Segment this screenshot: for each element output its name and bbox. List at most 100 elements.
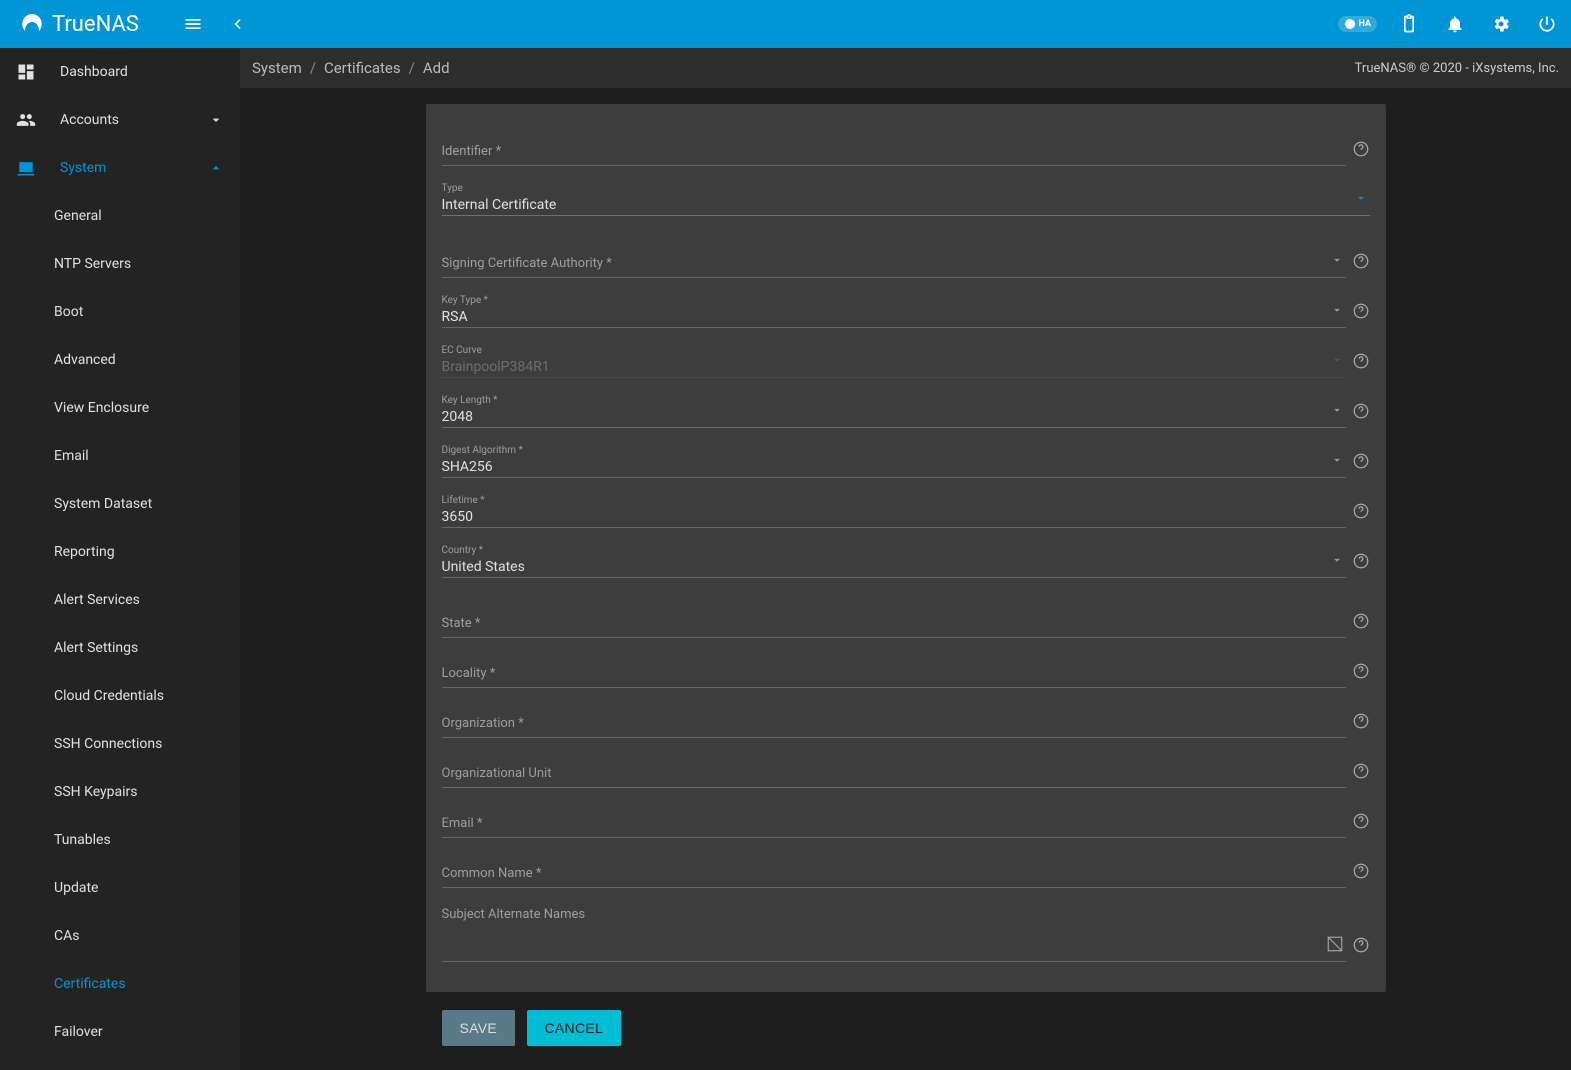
help-icon[interactable]	[1352, 140, 1370, 162]
san-label: Subject Alternate Names	[442, 907, 586, 922]
sidebar-sub-update[interactable]: Update	[0, 864, 240, 912]
help-icon[interactable]	[1352, 302, 1370, 324]
chevron-down-icon	[208, 112, 224, 128]
save-button[interactable]: SAVE	[442, 1010, 516, 1046]
topbar: TrueNAS HA	[0, 0, 1571, 48]
chevron-down-icon	[1330, 353, 1344, 371]
sidebar-sub-cloud-credentials[interactable]: Cloud Credentials	[0, 672, 240, 720]
email-label: Email *	[442, 816, 483, 831]
sidebar-sub-certificates[interactable]: Certificates	[0, 960, 240, 1008]
help-icon[interactable]	[1352, 812, 1370, 834]
truenas-logo-icon	[20, 12, 44, 36]
ha-status-badge[interactable]: HA	[1338, 16, 1377, 32]
sidebar-sub-ssh-keypairs[interactable]: SSH Keypairs	[0, 768, 240, 816]
dashboard-icon	[16, 62, 36, 82]
help-icon[interactable]	[1352, 712, 1370, 734]
chevron-down-icon	[1330, 553, 1344, 571]
chevron-down-icon	[1330, 303, 1344, 321]
common-name-field[interactable]: Common Name *	[442, 853, 1346, 888]
sidebar-sub-cas[interactable]: CAs	[0, 912, 240, 960]
sidebar-sub-general[interactable]: General	[0, 192, 240, 240]
chevron-down-icon	[1330, 253, 1344, 271]
lifetime-field[interactable]: Lifetime * 3650	[442, 493, 1346, 528]
sidebar-item-label: Dashboard	[60, 64, 224, 80]
notifications-button[interactable]	[1441, 10, 1469, 38]
settings-button[interactable]	[1487, 10, 1515, 38]
help-icon[interactable]	[1352, 452, 1370, 474]
sidebar-item-accounts[interactable]: Accounts	[0, 96, 240, 144]
signing-ca-select[interactable]: Signing Certificate Authority *	[442, 243, 1346, 278]
gear-icon	[1491, 14, 1511, 34]
sidebar-item-label: Accounts	[60, 112, 184, 128]
sidebar: Dashboard Accounts System General NTP Se…	[0, 48, 240, 1070]
help-icon[interactable]	[1352, 352, 1370, 374]
ha-icon	[1344, 18, 1356, 30]
country-select[interactable]: Country * United States	[442, 543, 1346, 578]
type-label: Type	[442, 183, 463, 194]
back-button[interactable]	[223, 10, 251, 38]
lifetime-label: Lifetime *	[442, 495, 485, 506]
sidebar-item-dashboard[interactable]: Dashboard	[0, 48, 240, 96]
ec-curve-select: EC Curve BrainpoolP384R1	[442, 343, 1346, 378]
chevron-left-icon	[227, 14, 247, 34]
clipboard-button[interactable]	[1395, 10, 1423, 38]
chevron-up-icon	[208, 160, 224, 176]
sidebar-sub-email[interactable]: Email	[0, 432, 240, 480]
identifier-label: Identifier *	[442, 144, 502, 159]
state-field[interactable]: State *	[442, 603, 1346, 638]
help-icon[interactable]	[1352, 402, 1370, 424]
sidebar-sub-boot[interactable]: Boot	[0, 288, 240, 336]
organization-field[interactable]: Organization *	[442, 703, 1346, 738]
edit-list-icon[interactable]	[1326, 935, 1344, 957]
chevron-down-icon	[1330, 403, 1344, 421]
hamburger-icon	[183, 14, 203, 34]
main-content: Identifier * Type Internal Certificate S…	[240, 88, 1571, 1070]
org-unit-field[interactable]: Organizational Unit	[442, 753, 1346, 788]
help-icon[interactable]	[1352, 502, 1370, 524]
key-length-label: Key Length *	[442, 395, 498, 406]
cancel-button[interactable]: CANCEL	[527, 1010, 622, 1046]
copyright-text: TrueNAS® © 2020 - iXsystems, Inc.	[1355, 61, 1559, 76]
key-length-select[interactable]: Key Length * 2048	[442, 393, 1346, 428]
type-select[interactable]: Type Internal Certificate	[442, 181, 1370, 216]
san-field[interactable]: Subject Alternate Names	[442, 902, 1346, 962]
help-icon[interactable]	[1352, 612, 1370, 634]
key-type-label: Key Type *	[442, 295, 488, 306]
sidebar-sub-tunables[interactable]: Tunables	[0, 816, 240, 864]
chevron-down-icon	[1354, 191, 1368, 209]
email-field[interactable]: Email *	[442, 803, 1346, 838]
sidebar-sub-system-dataset[interactable]: System Dataset	[0, 480, 240, 528]
locality-field[interactable]: Locality *	[442, 653, 1346, 688]
sidebar-sub-advanced[interactable]: Advanced	[0, 336, 240, 384]
help-icon[interactable]	[1352, 936, 1370, 958]
help-icon[interactable]	[1352, 552, 1370, 574]
power-icon	[1537, 14, 1557, 34]
sidebar-sub-ssh-connections[interactable]: SSH Connections	[0, 720, 240, 768]
help-icon[interactable]	[1352, 862, 1370, 884]
sidebar-sub-alert-services[interactable]: Alert Services	[0, 576, 240, 624]
sidebar-sub-reporting[interactable]: Reporting	[0, 528, 240, 576]
state-label: State *	[442, 616, 481, 631]
key-type-select[interactable]: Key Type * RSA	[442, 293, 1346, 328]
sidebar-item-label: System	[60, 160, 184, 176]
form-actions: SAVE CANCEL	[426, 1010, 1386, 1046]
digest-algorithm-select[interactable]: Digest Algorithm * SHA256	[442, 443, 1346, 478]
system-icon	[16, 158, 36, 178]
help-icon[interactable]	[1352, 762, 1370, 784]
menu-toggle-button[interactable]	[179, 10, 207, 38]
identifier-field[interactable]: Identifier *	[442, 131, 1346, 166]
sidebar-item-system[interactable]: System	[0, 144, 240, 192]
help-icon[interactable]	[1352, 662, 1370, 684]
breadcrumb-add: Add	[423, 59, 450, 77]
digest-label: Digest Algorithm *	[442, 445, 523, 456]
sidebar-sub-ntp-servers[interactable]: NTP Servers	[0, 240, 240, 288]
breadcrumb-certificates[interactable]: Certificates	[324, 59, 401, 77]
breadcrumb-system[interactable]: System	[252, 59, 302, 77]
chevron-down-icon	[1330, 453, 1344, 471]
sidebar-sub-failover[interactable]: Failover	[0, 1008, 240, 1056]
help-icon[interactable]	[1352, 252, 1370, 274]
accounts-icon	[16, 110, 36, 130]
sidebar-sub-view-enclosure[interactable]: View Enclosure	[0, 384, 240, 432]
power-button[interactable]	[1533, 10, 1561, 38]
sidebar-sub-alert-settings[interactable]: Alert Settings	[0, 624, 240, 672]
